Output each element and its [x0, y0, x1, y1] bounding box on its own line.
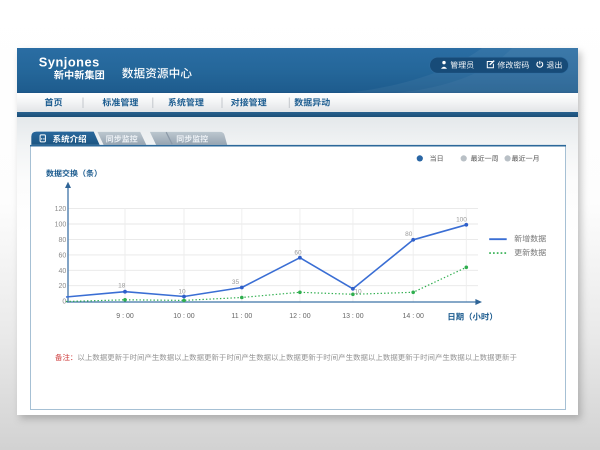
svg-text:80: 80	[59, 237, 67, 244]
svg-text:100: 100	[55, 222, 67, 229]
svg-text:18: 18	[118, 283, 126, 290]
svg-text:60: 60	[59, 252, 67, 259]
svg-text:120: 120	[55, 206, 67, 213]
svg-text:20: 20	[59, 283, 67, 290]
svg-text:11 : 00: 11 : 00	[231, 313, 252, 320]
svg-text:35: 35	[232, 279, 240, 286]
svg-text:40: 40	[59, 268, 67, 275]
svg-text:60: 60	[294, 249, 302, 256]
svg-text:0: 0	[62, 299, 66, 306]
svg-text:10: 10	[178, 288, 186, 295]
svg-text:Synjones: Synjones	[39, 54, 100, 69]
svg-text:80: 80	[405, 231, 413, 238]
svg-text:12 : 00: 12 : 00	[289, 313, 311, 320]
svg-text:13 : 00: 13 : 00	[342, 313, 364, 320]
svg-text:14 : 00: 14 : 00	[402, 313, 424, 320]
svg-text:9 : 00: 9 : 00	[116, 313, 134, 320]
svg-text:100: 100	[456, 217, 467, 224]
svg-text:10: 10	[354, 289, 362, 296]
svg-text:10 : 00: 10 : 00	[173, 313, 195, 320]
